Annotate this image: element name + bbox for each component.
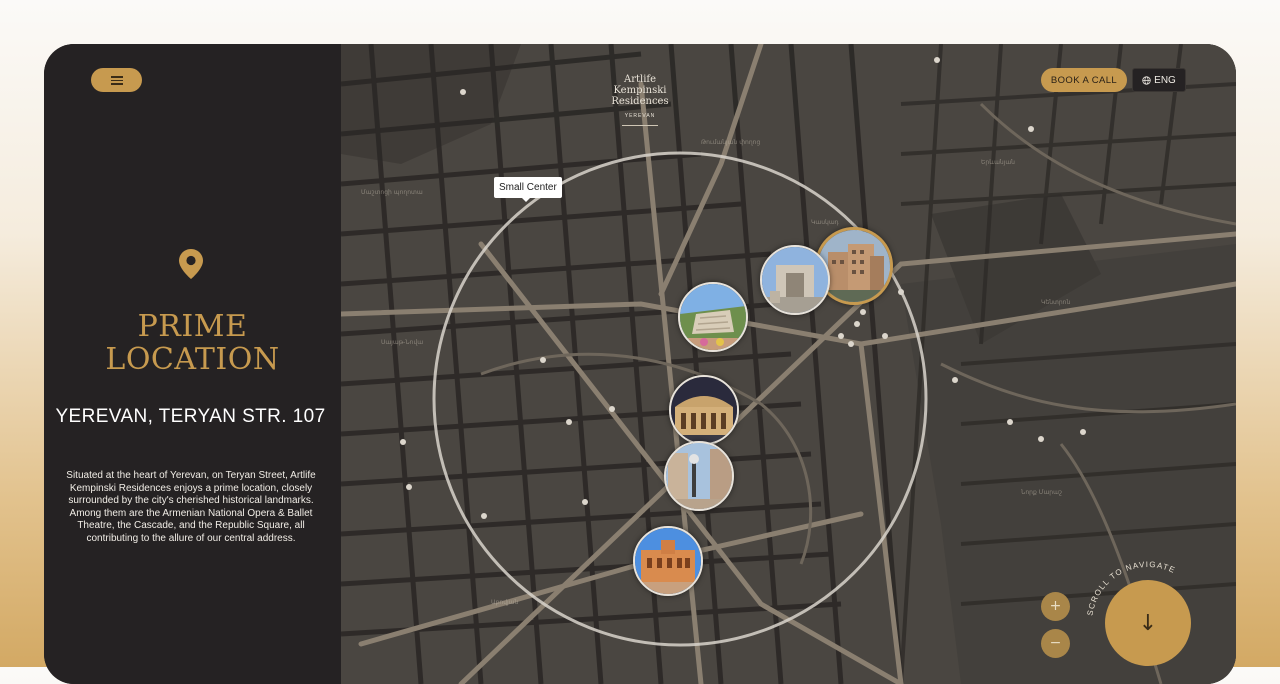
map[interactable]: Մաշտոցի պողոտա Սայաթ-Նովա Թումանյան փողո… xyxy=(341,44,1236,684)
svg-text:Մաշտոցի պողոտա: Մաշտոցի պողոտա xyxy=(361,189,423,196)
landmark-opera[interactable] xyxy=(669,375,739,445)
brand-city: YEREVAN xyxy=(624,113,656,119)
brand-name-line-1: Artlife Kempinski xyxy=(613,74,667,96)
northern-avenue-photo xyxy=(666,443,732,509)
menu-icon-line xyxy=(111,79,123,81)
svg-text:Կասկադ: Կասկադ xyxy=(811,219,839,226)
menu-button[interactable] xyxy=(91,68,142,92)
svg-text:Կենտրոն: Կենտրոն xyxy=(1041,299,1070,306)
cascade-photo xyxy=(680,284,746,350)
language-label: ENG xyxy=(1154,74,1176,86)
main-card: PRIME LOCATION YEREVAN, TERYAN STR. 107 … xyxy=(44,44,1236,684)
menu-icon-line xyxy=(111,76,123,78)
svg-text:Թումանյան փողոց: Թումանյան փողոց xyxy=(701,139,760,146)
landmark-matenadaran[interactable] xyxy=(760,245,830,315)
zoom-out-button[interactable]: − xyxy=(1041,629,1070,658)
svg-text:Նորք Մարաշ: Նորք Մարաշ xyxy=(1021,489,1062,496)
landmark-republic-square[interactable] xyxy=(633,526,703,596)
globe-icon xyxy=(1142,75,1151,85)
brand-rule xyxy=(622,125,658,126)
brand-name-line-2: Residences xyxy=(611,96,669,107)
landmark-cascade[interactable] xyxy=(678,282,748,352)
title-line-1: PRIME xyxy=(137,309,248,344)
page-title: PRIME LOCATION xyxy=(44,310,341,376)
svg-text:Երևանյան: Երևանյան xyxy=(981,159,1015,166)
matenadaran-photo xyxy=(762,247,828,313)
title-line-2: LOCATION xyxy=(105,342,280,377)
zoom-in-button[interactable]: + xyxy=(1041,592,1070,621)
scroll-down-button[interactable]: ↓ xyxy=(1105,580,1191,666)
arrow-down-icon: ↓ xyxy=(1138,610,1158,636)
book-call-button[interactable]: BOOK A CALL xyxy=(1041,68,1127,92)
language-button[interactable]: ENG xyxy=(1132,68,1186,92)
opera-photo xyxy=(671,377,737,443)
sidebar: PRIME LOCATION YEREVAN, TERYAN STR. 107 … xyxy=(44,44,341,684)
svg-text:Սայաթ-Նովա: Սայաթ-Նովա xyxy=(381,339,423,346)
svg-text:Աբովյան: Աբովյան xyxy=(491,599,518,606)
landmark-northern-avenue[interactable] xyxy=(664,441,734,511)
description: Situated at the heart of Yerevan, on Ter… xyxy=(66,470,316,544)
map-tooltip: Small Center xyxy=(494,177,562,202)
location-pin-icon xyxy=(179,249,203,279)
address: YEREVAN, TERYAN STR. 107 xyxy=(55,406,326,427)
menu-icon-line xyxy=(111,83,123,85)
residences-photo xyxy=(818,230,890,302)
republic-square-photo xyxy=(635,528,701,594)
brand-logo[interactable]: Artlife Kempinski Residences YEREVAN xyxy=(596,74,684,126)
